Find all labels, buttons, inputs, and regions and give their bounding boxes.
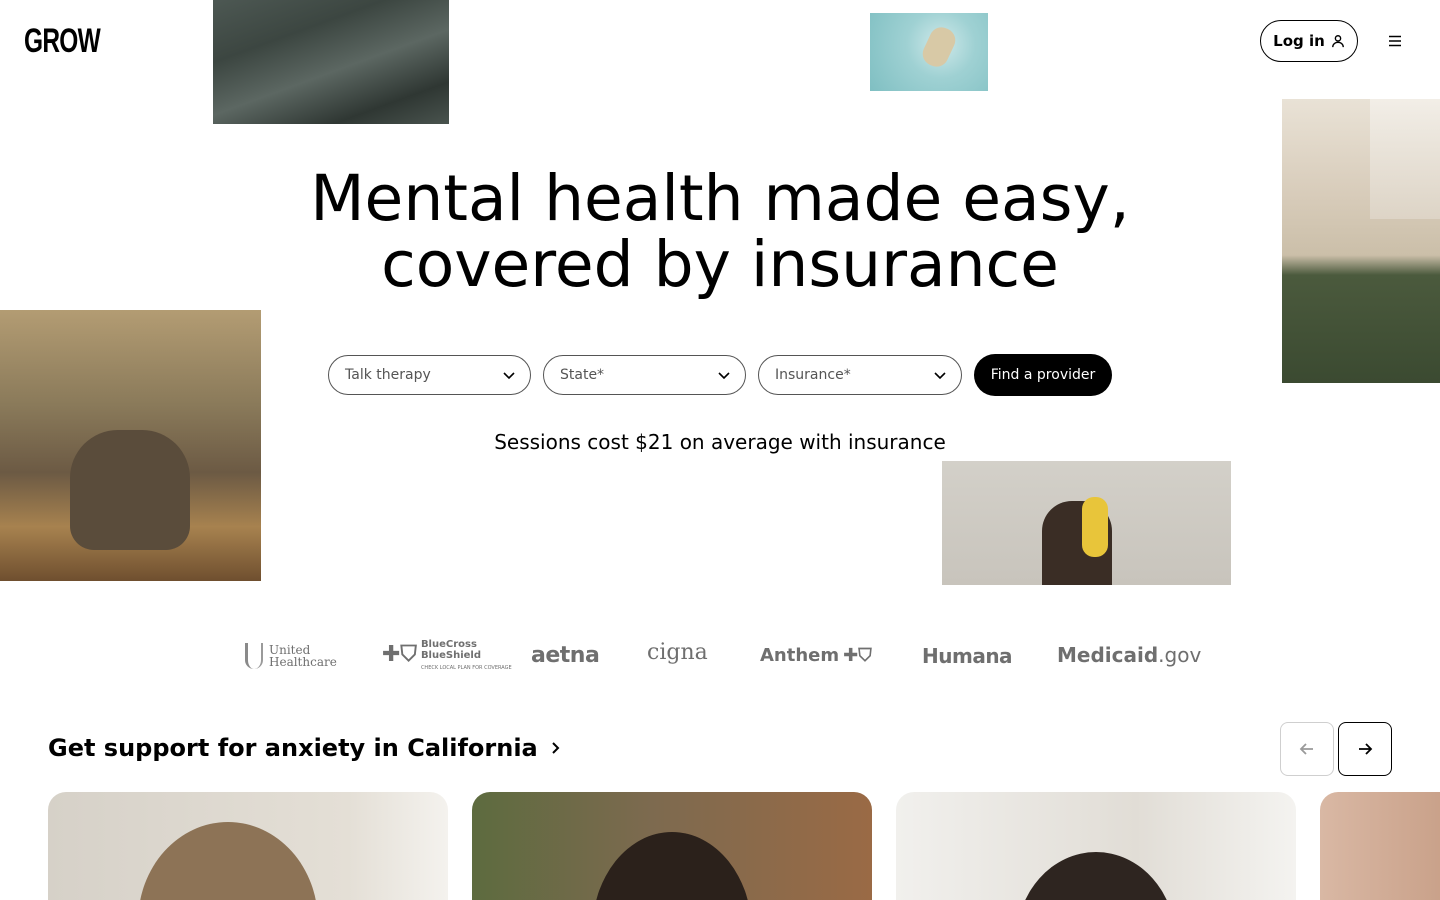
anxiety-california-link[interactable]: Get support for anxiety in California [48, 734, 562, 762]
pool-swimmer-photo [870, 13, 988, 91]
bcbs-sub: CHECK LOCAL PLAN FOR COVERAGE [420, 664, 512, 671]
uhc-mark-icon [245, 643, 263, 669]
parent-child-photo [942, 461, 1231, 585]
state-select[interactable]: State* [543, 355, 746, 395]
medicaid-suffix: .gov [1158, 643, 1202, 667]
login-button[interactable]: Log in [1260, 20, 1358, 62]
provider-card[interactable] [48, 792, 448, 900]
hero-title: Mental health made easy, covered by insu… [0, 166, 1440, 298]
arrow-left-icon [1299, 743, 1313, 755]
chevron-down-icon [503, 372, 515, 380]
water-photo [213, 0, 449, 124]
insurance-select[interactable]: Insurance* [758, 355, 962, 395]
provider-card[interactable] [472, 792, 872, 900]
hamburger-icon [1389, 35, 1401, 47]
anthem-text: Anthem [760, 645, 840, 666]
aetna-logo: aetna [531, 643, 600, 668]
medicaid-logo: Medicaid .gov [1057, 643, 1201, 667]
menu-button[interactable] [1382, 28, 1408, 54]
carousel-next-button[interactable] [1338, 722, 1392, 776]
hero-title-line1: Mental health made easy, [310, 162, 1130, 235]
bcbs-line1: BlueCross [420, 638, 477, 650]
login-label: Log in [1273, 32, 1325, 50]
cigna-logo: cigna [647, 640, 708, 665]
grow-logo[interactable]: GROW [24, 24, 101, 58]
chevron-down-icon [718, 372, 730, 380]
carousel-prev-button[interactable] [1280, 722, 1334, 776]
medicaid-main: Medicaid [1057, 643, 1159, 667]
user-icon [1331, 35, 1344, 48]
uhc-line2: Healthcare [269, 655, 337, 669]
insurance-select-placeholder: Insurance* [775, 367, 851, 383]
service-select-value: Talk therapy [345, 367, 431, 383]
service-select[interactable]: Talk therapy [328, 355, 531, 395]
anthem-logo: Anthem ✚⛉ [760, 645, 872, 666]
humana-logo: Humana [922, 644, 1013, 668]
sessions-cost-note: Sessions cost $21 on average with insura… [494, 430, 946, 454]
bcbs-line2: BlueShield [420, 649, 482, 661]
find-provider-button[interactable]: Find a provider [974, 354, 1112, 396]
chevron-down-icon [934, 372, 946, 380]
cross-shield-icon: ✚⛉ [843, 645, 872, 666]
bluecross-blueshield-logo: ✚⛉ BlueCross BlueShield CHECK LOCAL PLAN… [382, 638, 512, 671]
united-healthcare-logo: United Healthcare [245, 642, 337, 670]
chevron-right-icon [552, 742, 560, 754]
cross-shield-icon: ✚⛉ [382, 642, 417, 667]
arrow-right-icon [1359, 743, 1373, 755]
provider-card[interactable] [896, 792, 1296, 900]
provider-card[interactable] [1320, 792, 1440, 900]
hero-title-line2: covered by insurance [381, 228, 1059, 301]
state-select-placeholder: State* [560, 367, 605, 383]
section-title: Get support for anxiety in California [48, 734, 538, 762]
